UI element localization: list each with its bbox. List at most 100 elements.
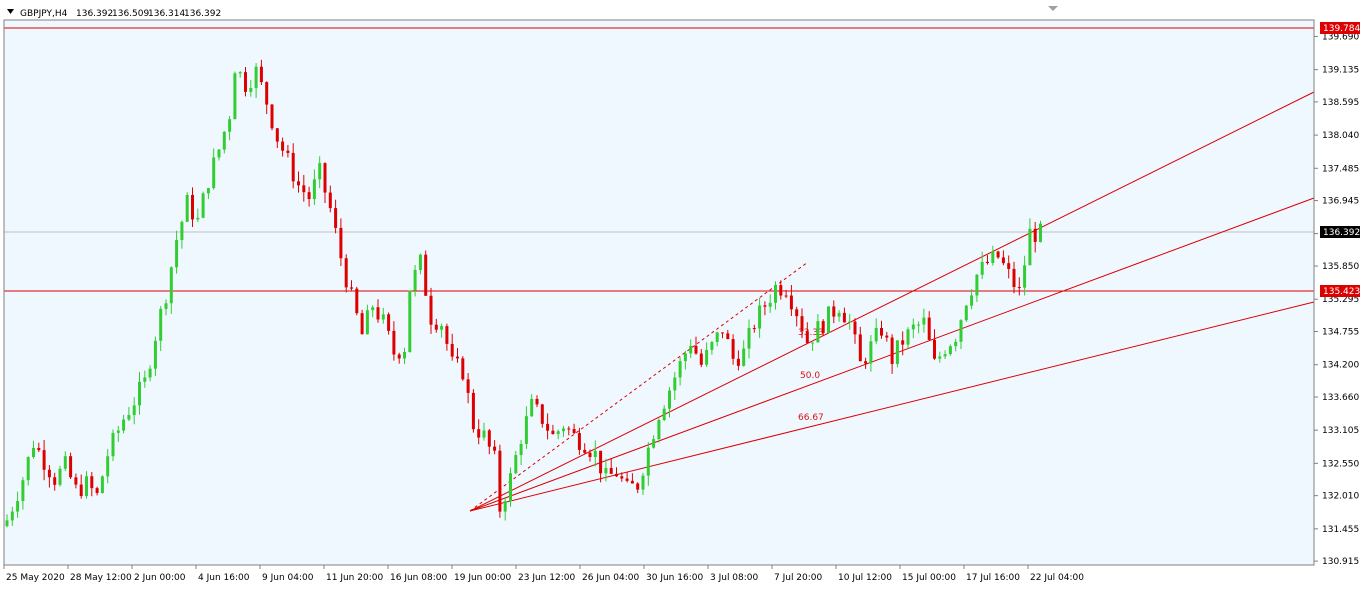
candle-bull (403, 351, 406, 359)
candle-bull (524, 416, 528, 444)
price-axis[interactable]: 139.690139.135138.595138.040137.485136.9… (1314, 32, 1359, 567)
candle-bull (710, 341, 714, 350)
candle-bear (572, 429, 576, 434)
x-tick-label: 23 Jun 12:00 (518, 573, 575, 583)
candle-bear (779, 285, 783, 296)
candle-bull (530, 398, 534, 417)
candle-bear (885, 335, 889, 338)
chart-shift-marker-icon[interactable] (1048, 6, 1058, 11)
price-tag-current: 136.392 (1320, 226, 1360, 238)
candle-bull (212, 157, 216, 189)
candle-bear (933, 339, 936, 359)
candle-bear (784, 295, 788, 297)
candle-bear (286, 150, 290, 153)
header-close: 136.392 (184, 9, 221, 19)
candle-bear (392, 330, 396, 355)
candle-bull (768, 302, 772, 307)
candle-bear (1017, 287, 1021, 289)
candle-bull (975, 274, 979, 296)
candle-bull (238, 72, 242, 74)
candle-bull (371, 307, 375, 311)
candle-bull (689, 345, 693, 354)
header-high: 136.509 (112, 9, 149, 19)
symbol-dropdown-icon[interactable] (7, 9, 14, 14)
candle-bear (376, 307, 380, 320)
header-open: 136.392 (76, 9, 113, 19)
candle-bear (752, 328, 756, 330)
candle-bull (519, 443, 523, 456)
header-low: 136.314 (148, 9, 185, 19)
candle-bull (948, 346, 952, 355)
candle-bear (37, 447, 41, 451)
candle-bull (641, 475, 645, 490)
candle-bear (567, 428, 571, 430)
candle-bull (418, 254, 422, 270)
candle-bear (297, 181, 300, 186)
candle-bear (546, 423, 550, 431)
candle-bull (440, 326, 444, 330)
candle-bear (350, 287, 353, 289)
candle-bear (334, 208, 338, 228)
candle-bear (625, 478, 629, 481)
y-tick-label: 133.660 (1322, 393, 1359, 403)
candle-bear (74, 477, 78, 485)
candle-bull (503, 501, 507, 512)
chart-area[interactable]: 33.33 50.0 66.67 GBPJPY,H4 136.392 136.5… (0, 0, 1366, 588)
candle-bull (514, 455, 518, 474)
candle-bear (699, 353, 703, 365)
candle-bull (63, 456, 67, 469)
candle-bull (869, 341, 873, 364)
price-tag-135423: 135.423 (1320, 285, 1360, 297)
candle-bull (991, 251, 995, 264)
candle-bull (196, 217, 200, 220)
time-axis[interactable]: 25 May 2020 28 May 12:00 2 Jun 00:00 4 Jun … (3, 565, 1084, 583)
candle-bull (1028, 228, 1032, 266)
candle-bear (996, 251, 1000, 258)
candle-bear (736, 358, 740, 366)
candle-bull (917, 324, 921, 326)
candle-bear (302, 185, 306, 193)
y-tick-label: 131.455 (1322, 525, 1359, 535)
candle-bull (662, 408, 666, 420)
candle-bull (959, 320, 963, 342)
x-tick-label: 25 May 2020 (6, 573, 65, 583)
candle-bull (906, 329, 910, 345)
price-tag-135423-label: 135.423 (1323, 287, 1360, 297)
candle-bull (604, 467, 608, 474)
candle-bear (477, 429, 481, 438)
candle-bull (180, 221, 184, 241)
y-tick-label: 136.945 (1322, 197, 1359, 207)
candle-bull (593, 450, 597, 458)
candle-bear (763, 305, 767, 307)
candle-bull (169, 267, 173, 304)
candle-bear (307, 192, 311, 200)
candle-bull (222, 131, 226, 150)
candle-bull (111, 432, 115, 457)
candle-bull (201, 193, 205, 218)
candle-bear (445, 326, 449, 344)
candle-bull (683, 353, 687, 362)
candle-bull (5, 520, 9, 527)
candle-bull (509, 473, 512, 502)
x-tick-label: 17 Jul 16:00 (966, 573, 1020, 583)
x-tick-label: 7 Jul 20:00 (774, 573, 823, 583)
candle-bear (832, 306, 836, 317)
x-tick-label: 9 Jun 04:00 (262, 573, 314, 583)
y-tick-label: 133.105 (1322, 426, 1359, 436)
candle-bull (827, 306, 830, 333)
candle-bull (318, 163, 322, 180)
candle-bull (556, 431, 560, 435)
candle-bear (842, 312, 846, 323)
candle-bear (1012, 268, 1016, 288)
candle-bull (562, 428, 565, 432)
candle-bull (153, 340, 157, 369)
candle-bull (228, 119, 232, 132)
candle-bull (249, 87, 253, 92)
candle-bull (758, 305, 762, 329)
candle-bear (577, 433, 581, 450)
candle-bull (16, 501, 20, 512)
plot-background (4, 20, 1314, 565)
y-tick-label: 130.915 (1322, 557, 1359, 567)
y-tick-label: 138.040 (1322, 131, 1359, 141)
candle-bear (609, 467, 613, 474)
